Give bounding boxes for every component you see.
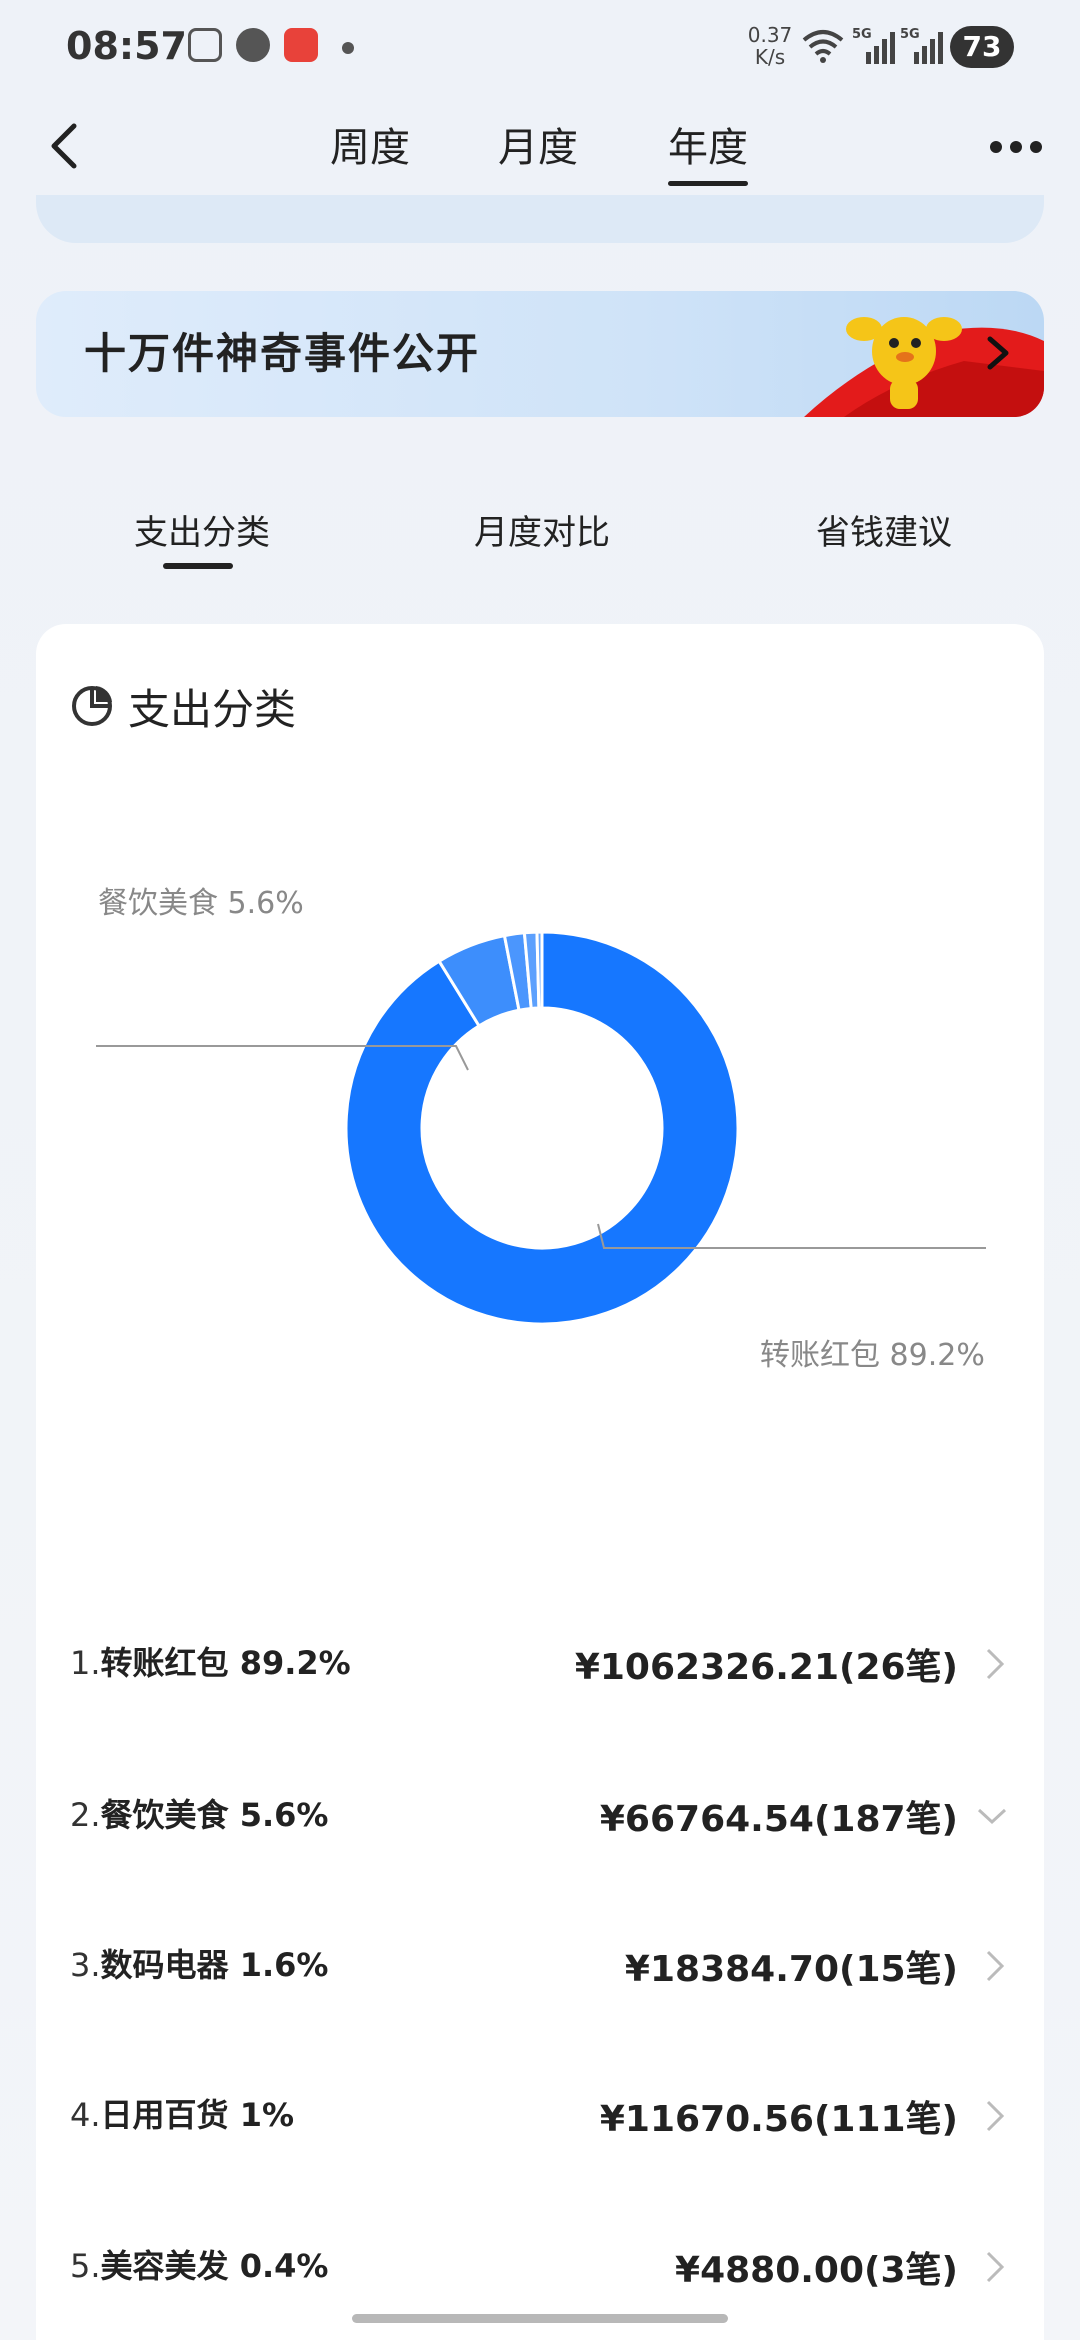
chevron-right-icon[interactable]	[980, 2098, 1010, 2134]
battery-indicator: 73	[950, 26, 1014, 68]
wifi-icon	[802, 30, 844, 63]
subtab-saving-tips[interactable]: 省钱建议	[816, 505, 952, 554]
chevron-right-icon	[987, 336, 1009, 370]
list-item[interactable]: 3.数码电器 1.6% ¥18384.70(15笔)	[36, 1926, 1044, 2006]
svg-text:5G: 5G	[900, 27, 920, 42]
signal-2-icon: 5G	[900, 27, 943, 64]
slice-beauty	[535, 930, 544, 1010]
row-category: 餐饮美食	[100, 1796, 229, 1834]
scan-notification-icon	[188, 28, 222, 62]
status-bar: 08:57 0.37 K/s 5G 5G 73	[0, 0, 1080, 100]
subtab-indicator	[163, 563, 233, 569]
chevron-down-icon[interactable]	[974, 1798, 1010, 1834]
subtab-expense-category[interactable]: 支出分类	[134, 505, 270, 554]
summary-card-bottom	[36, 195, 1044, 243]
row-percent: 0.4%	[239, 2247, 329, 2285]
tab-weekly[interactable]: 周度	[330, 118, 410, 178]
row-category: 转账红包	[100, 1644, 229, 1682]
status-time: 08:57	[66, 24, 187, 68]
row-percent: 5.6%	[239, 1796, 329, 1834]
nav-bar: 周度 月度 年度	[0, 100, 1080, 200]
callout-transfer: 转账红包 89.2%	[760, 1338, 985, 1373]
chevron-right-icon[interactable]	[980, 1948, 1010, 1984]
notification-dot-icon	[342, 42, 354, 54]
home-indicator[interactable]	[352, 2314, 728, 2323]
list-item[interactable]: 5.美容美发 0.4% ¥4880.00(3笔)	[36, 2227, 1044, 2307]
network-speed: 0.37 K/s	[747, 23, 793, 69]
row-percent: 89.2%	[239, 1644, 351, 1682]
tab-yearly[interactable]: 年度	[668, 118, 748, 186]
pie-chart-icon	[72, 686, 112, 726]
chevron-right-icon[interactable]	[980, 2249, 1010, 2285]
banner-title: 十万件神奇事件公开	[84, 329, 481, 378]
list-item[interactable]: 4.日用百货 1% ¥11670.56(111笔)	[36, 2076, 1044, 2156]
row-rank: 3.	[70, 1946, 101, 1984]
promo-banner[interactable]: 十万件神奇事件公开	[36, 291, 1044, 417]
row-category: 日用百货	[100, 2096, 229, 2134]
row-rank: 4.	[70, 2096, 101, 2134]
row-amount: ¥18384.70(15笔)	[624, 1949, 958, 1990]
list-item[interactable]: 1.转账红包 89.2% ¥1062326.21(26笔)	[36, 1624, 1044, 1704]
callout-dining: 餐饮美食 5.6%	[98, 886, 304, 921]
row-amount: ¥66764.54(187笔)	[599, 1799, 958, 1840]
tab-monthly[interactable]: 月度	[498, 118, 578, 178]
svg-text:5G: 5G	[852, 27, 872, 42]
more-icon[interactable]	[988, 122, 1044, 172]
list-item[interactable]: 2.餐饮美食 5.6% ¥66764.54(187笔)	[36, 1776, 1044, 1856]
row-percent: 1%	[239, 2096, 295, 2134]
row-amount: ¥4880.00(3笔)	[675, 2250, 958, 2291]
card-title: 支出分类	[128, 685, 297, 734]
row-amount: ¥1062326.21(26笔)	[574, 1647, 958, 1688]
chevron-left-icon[interactable]	[36, 116, 96, 176]
row-category: 数码电器	[100, 1946, 229, 1984]
app-notification-icon	[284, 28, 318, 62]
row-percent: 1.6%	[239, 1946, 329, 1984]
chevron-right-icon[interactable]	[980, 1646, 1010, 1682]
subtab-monthly-compare[interactable]: 月度对比	[474, 505, 610, 554]
expense-category-card: 支出分类 餐饮美食 5.6% 转账红包 89.2% 1.转账红包 89.2% ¥…	[36, 624, 1044, 2340]
row-rank: 5.	[70, 2247, 101, 2285]
row-category: 美容美发	[100, 2247, 229, 2285]
row-amount: ¥11670.56(111笔)	[599, 2099, 958, 2140]
row-rank: 2.	[70, 1796, 101, 1834]
row-rank: 1.	[70, 1644, 101, 1682]
message-notification-icon	[236, 28, 270, 62]
signal-1-icon: 5G	[852, 27, 895, 64]
